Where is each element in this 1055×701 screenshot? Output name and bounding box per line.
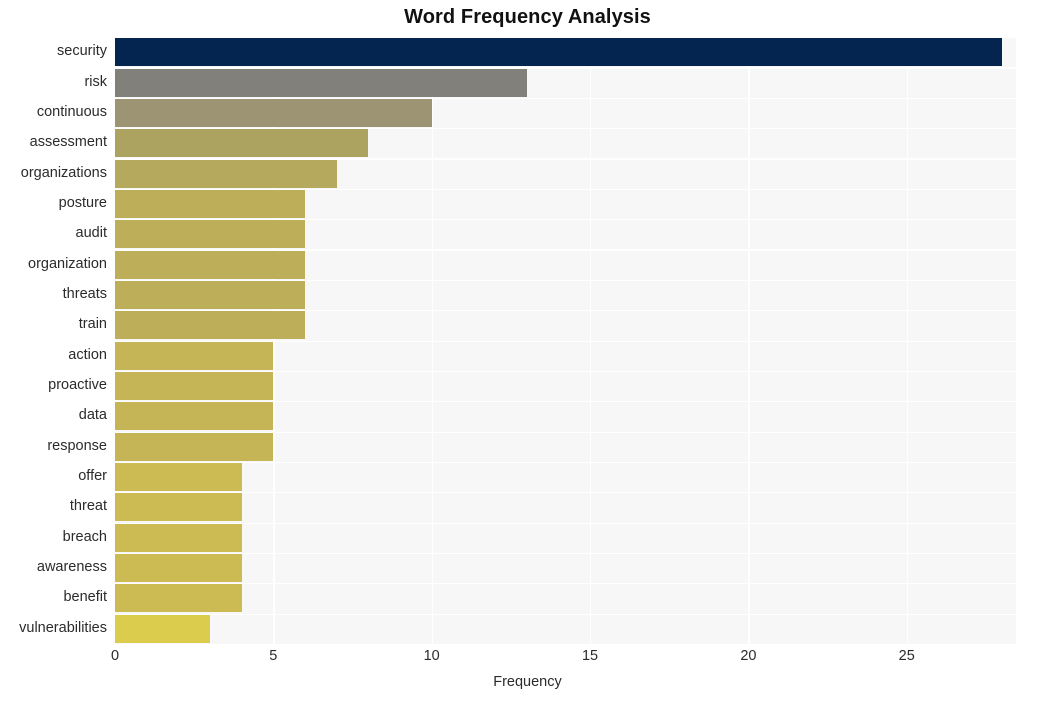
bar-fill (115, 614, 210, 643)
x-tick-label-10: 10 (423, 648, 440, 664)
bar (115, 372, 274, 401)
bar-fill (115, 220, 306, 249)
bar-fill (115, 98, 432, 127)
bar-fill (115, 402, 274, 431)
y-tick-label-risk: risk (84, 73, 107, 90)
bar (115, 493, 242, 522)
y-tick-label-response: response (47, 437, 107, 454)
bar (115, 68, 527, 97)
y-tick-label-posture: posture (58, 194, 107, 211)
bar (115, 38, 1002, 67)
bar (115, 614, 210, 643)
bar (115, 402, 274, 431)
bar (115, 129, 369, 158)
x-tick-label-0: 0 (110, 648, 120, 664)
x-tick-label-25: 25 (898, 648, 915, 664)
y-tick-label-organizations: organizations (20, 164, 107, 181)
bars-layer (115, 37, 1016, 644)
x-axis-tick-labels: 0 5 10 15 20 25 (111, 648, 1016, 670)
bar-fill (115, 311, 306, 340)
bar-fill (115, 584, 242, 613)
bar-fill (115, 554, 242, 583)
bar-fill (115, 68, 527, 97)
bar-fill (115, 372, 274, 401)
y-axis-tick-labels: security risk continuous assessment organiza… (0, 37, 107, 644)
bar-fill (115, 432, 274, 461)
y-tick-label-action: action (68, 346, 107, 363)
x-tick-label-20: 20 (740, 648, 757, 664)
y-tick-label-data: data (78, 407, 107, 424)
bar-fill (115, 38, 1002, 67)
bar (115, 159, 337, 188)
bar (115, 250, 306, 279)
bar-fill (115, 493, 242, 522)
y-tick-label-awareness: awareness (36, 559, 107, 576)
bar (115, 280, 306, 309)
y-tick-label-organization: organization (28, 255, 107, 272)
bar (115, 523, 242, 552)
y-tick-label-audit: audit (75, 225, 107, 242)
y-tick-label-threats: threats (62, 285, 107, 302)
bar-fill (115, 341, 274, 370)
bar (115, 220, 306, 249)
y-tick-label-continuous: continuous (36, 103, 107, 120)
bar-fill (115, 463, 242, 492)
bar-fill (115, 159, 337, 188)
x-tick-label-5: 5 (269, 648, 278, 664)
y-tick-label-proactive: proactive (48, 377, 107, 394)
y-tick-label-threat: threat (69, 498, 107, 515)
bar (115, 98, 432, 127)
bar (115, 463, 242, 492)
y-tick-label-breach: breach (62, 528, 107, 545)
y-tick-label-vulnerabilities: vulnerabilities (19, 619, 107, 636)
y-tick-label-train: train (78, 316, 107, 333)
bar (115, 341, 274, 370)
chart-title: Word Frequency Analysis (404, 6, 651, 28)
word-frequency-chart: Word Frequency Analysis security risk cont… (0, 0, 1055, 701)
x-tick-label-15: 15 (581, 648, 599, 664)
gridline-horizontal (115, 644, 1016, 646)
y-tick-label-assessment: assessment (29, 134, 107, 151)
bar (115, 432, 274, 461)
y-tick-label-security: security (57, 43, 107, 60)
y-tick-label-offer: offer (78, 468, 107, 485)
bar-fill (115, 129, 369, 158)
bar (115, 554, 242, 583)
bar (115, 584, 242, 613)
y-tick-label-benefit: benefit (63, 589, 107, 606)
x-axis-title: Frequency (493, 674, 562, 690)
bar-fill (115, 189, 306, 218)
plot-area (115, 37, 1016, 646)
bar (115, 189, 306, 218)
bar-fill (115, 523, 242, 552)
bar-fill (115, 280, 306, 309)
bar-fill (115, 250, 306, 279)
bar (115, 311, 306, 340)
